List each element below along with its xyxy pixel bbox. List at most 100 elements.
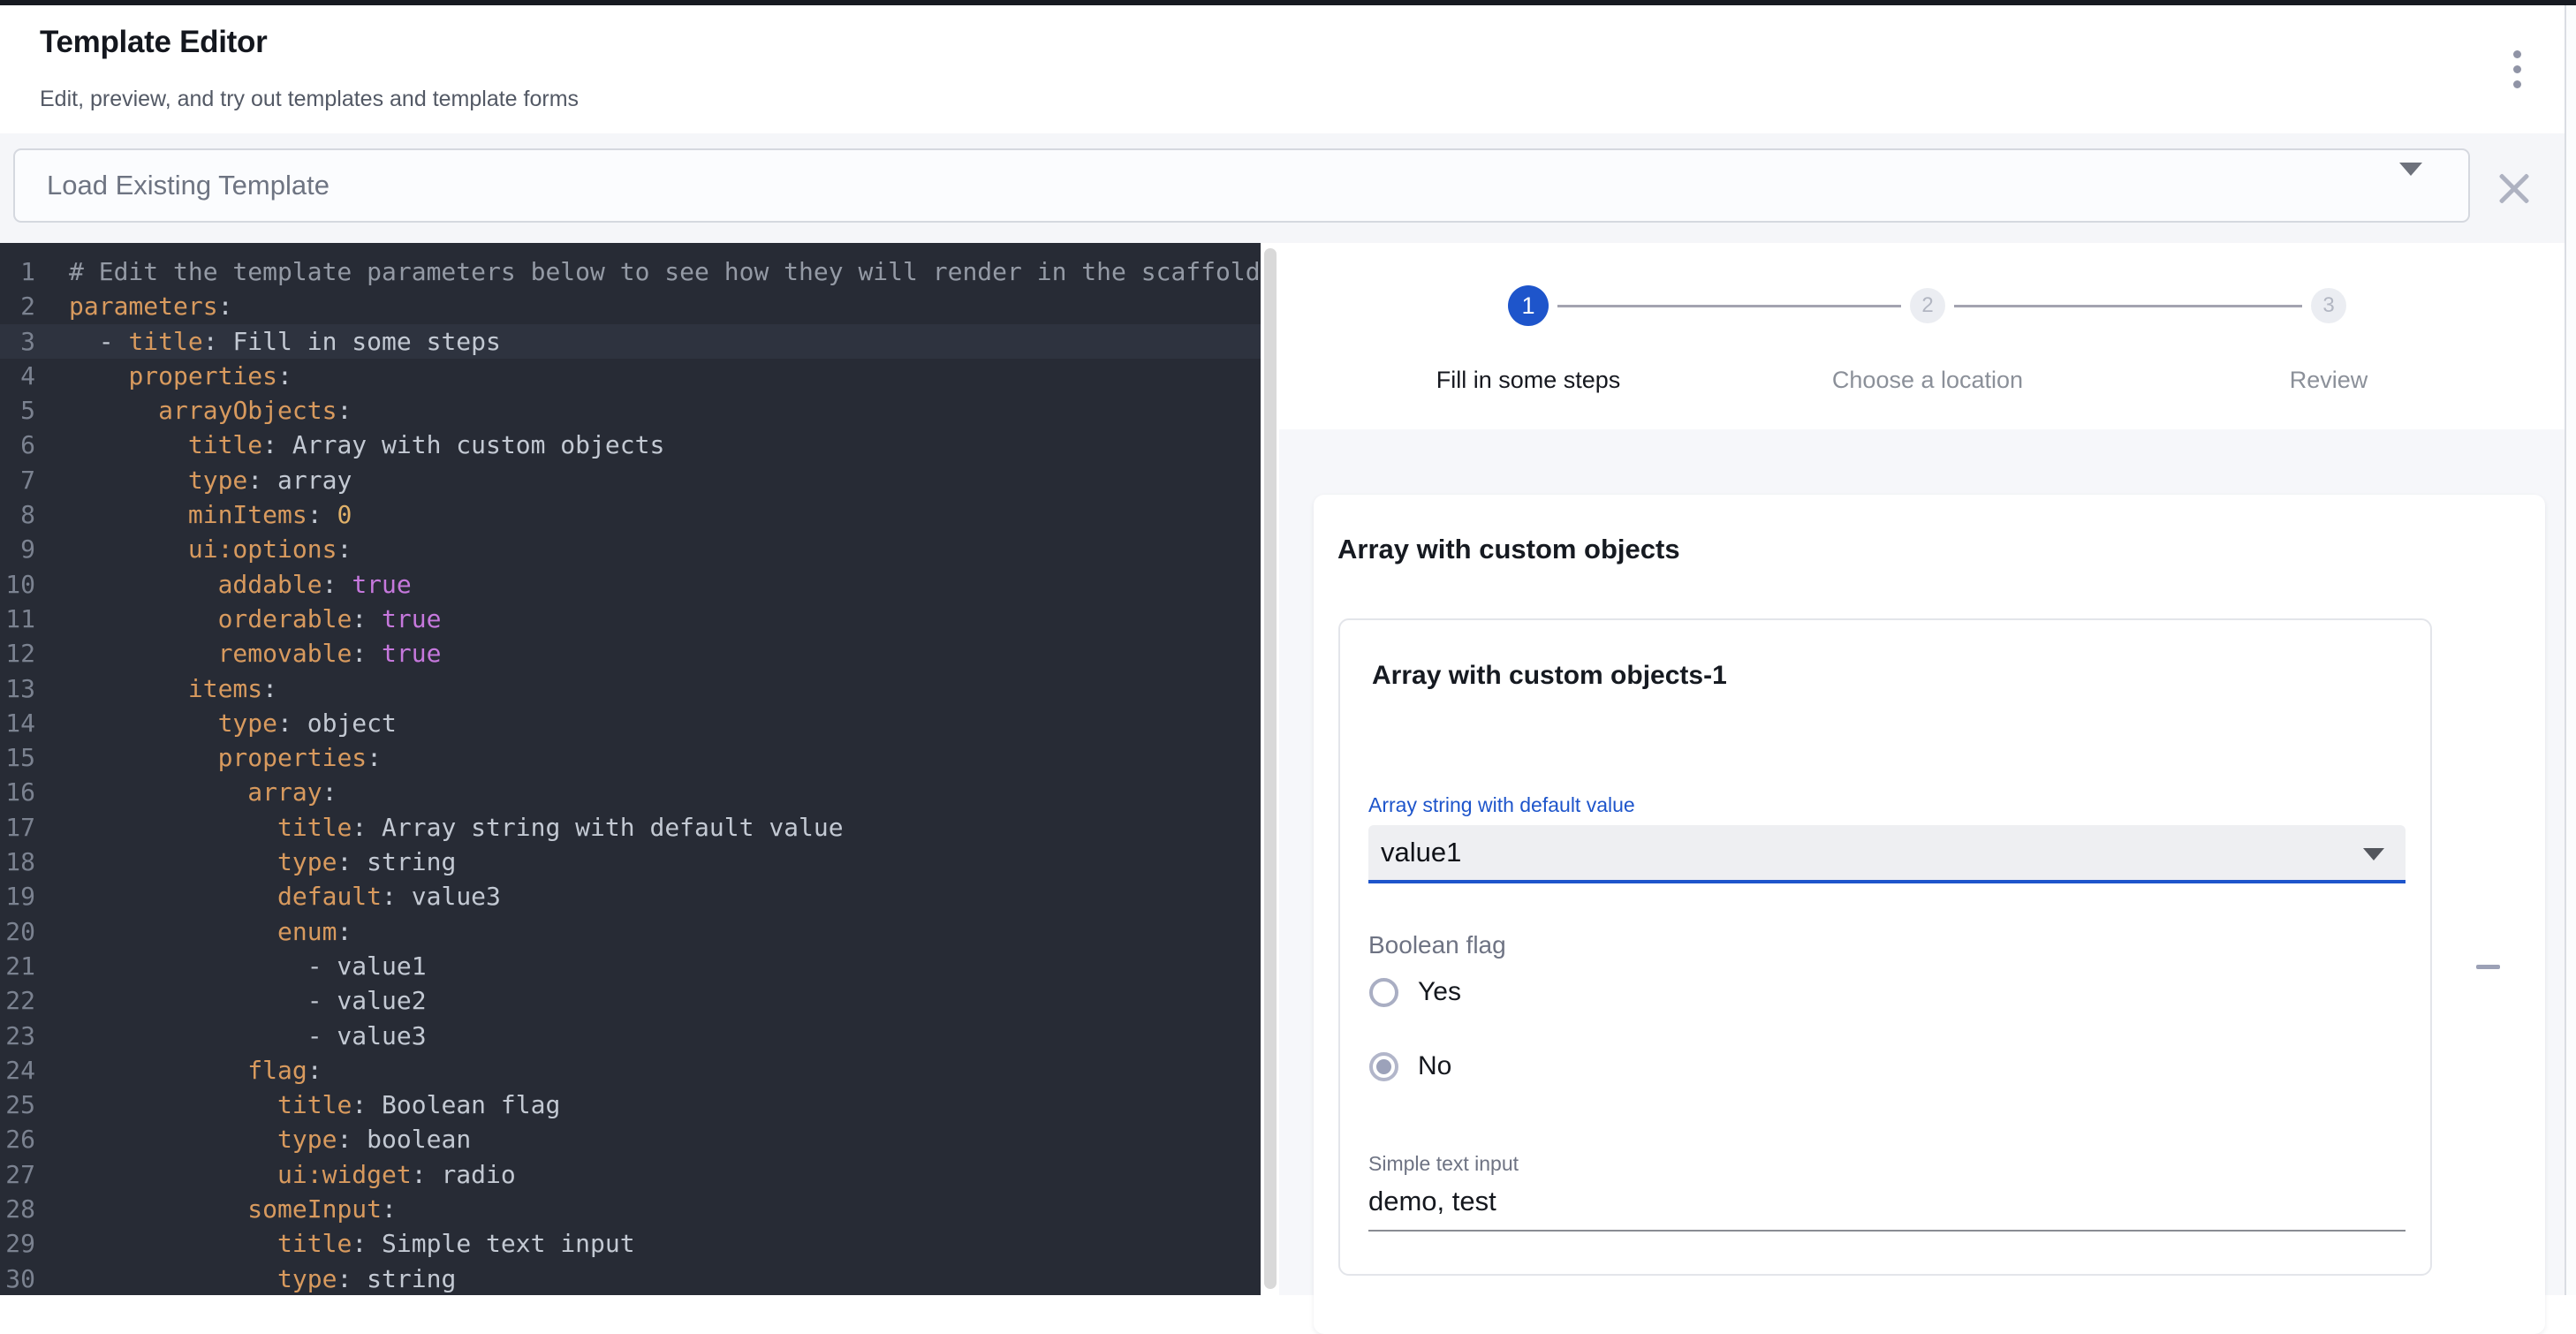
editor-line[interactable]: 19 default: value3 [0, 879, 1261, 913]
line-number: 11 [0, 602, 35, 636]
simple-text-input[interactable]: demo, test [1368, 1186, 2406, 1232]
step-connector [1954, 305, 2302, 307]
code-text: - title: Fill in some steps [69, 327, 501, 356]
radio-option-no[interactable]: No [1369, 1051, 1461, 1081]
editor-line[interactable]: 26 type: boolean [0, 1122, 1261, 1156]
template-loader-bar: Load Existing Template [0, 133, 2576, 243]
remove-array-item-button[interactable] [2466, 945, 2509, 988]
minus-icon [2476, 965, 2500, 969]
code-text: ui:widget: radio [69, 1160, 516, 1189]
input-underline [1368, 1230, 2406, 1232]
editor-line[interactable]: 21 - value1 [0, 949, 1261, 983]
editor-line[interactable]: 9 ui:options: [0, 532, 1261, 566]
editor-line[interactable]: 13 items: [0, 671, 1261, 706]
simple-text-input-value: demo, test [1368, 1186, 1496, 1217]
editor-line[interactable]: 10 addable: true [0, 567, 1261, 602]
radio-unselected-icon[interactable] [1369, 978, 1398, 1007]
radio-option-yes[interactable]: Yes [1369, 977, 1461, 1007]
array-item-card: Array with custom objects-1 Array string… [1338, 618, 2432, 1276]
form-background: Array with custom objects Array with cus… [1279, 429, 2565, 1295]
editor-line[interactable]: 22 - value2 [0, 983, 1261, 1018]
close-icon[interactable] [2495, 169, 2534, 208]
editor-line[interactable]: 27 ui:widget: radio [0, 1157, 1261, 1192]
code-text: flag: [69, 1056, 322, 1085]
yaml-code-editor[interactable]: 1# Edit the template parameters below to… [0, 243, 1261, 1295]
page-header: Template Editor Edit, preview, and try o… [0, 5, 2576, 135]
editor-line[interactable]: 20 enum: [0, 914, 1261, 949]
editor-line[interactable]: 5 arrayObjects: [0, 393, 1261, 428]
editor-line[interactable]: 24 flag: [0, 1053, 1261, 1088]
line-number: 12 [0, 636, 35, 671]
page-scrollbar-track[interactable] [2565, 5, 2576, 1295]
simple-text-input-label: Simple text input [1368, 1152, 1519, 1176]
load-template-placeholder: Load Existing Template [47, 150, 330, 221]
array-string-select[interactable]: value1 [1368, 825, 2406, 883]
kebab-menu-icon [2513, 65, 2521, 73]
code-text: properties: [69, 743, 382, 772]
editor-line[interactable]: 28 someInput: [0, 1192, 1261, 1226]
radio-option-label: No [1418, 1051, 1451, 1081]
code-text: removable: true [69, 639, 441, 668]
step-1-label: Fill in some steps [1352, 367, 1705, 394]
editor-line[interactable]: 6 title: Array with custom objects [0, 428, 1261, 462]
editor-line[interactable]: 30 type: string [0, 1262, 1261, 1295]
editor-line[interactable]: 23 - value3 [0, 1019, 1261, 1053]
step-1-circle: 1 [1508, 285, 1549, 326]
code-text: type: string [69, 1264, 456, 1293]
chevron-down-icon[interactable] [2399, 163, 2422, 176]
line-number: 2 [0, 289, 35, 323]
line-number: 23 [0, 1019, 35, 1053]
editor-line[interactable]: 15 properties: [0, 740, 1261, 775]
code-text: default: value3 [69, 882, 501, 911]
line-number: 24 [0, 1053, 35, 1088]
line-number: 10 [0, 567, 35, 602]
editor-line[interactable]: 17 title: Array string with default valu… [0, 810, 1261, 845]
editor-line[interactable]: 8 minItems: 0 [0, 497, 1261, 532]
code-text: - value3 [69, 1021, 427, 1050]
editor-line[interactable]: 25 title: Boolean flag [0, 1088, 1261, 1122]
code-text: minItems: 0 [69, 500, 352, 529]
editor-line[interactable]: 16 array: [0, 775, 1261, 809]
editor-line[interactable]: 12 removable: true [0, 636, 1261, 671]
code-text: orderable: true [69, 604, 441, 633]
array-string-select-label: Array string with default value [1368, 793, 1635, 817]
editor-line[interactable]: 14 type: object [0, 706, 1261, 740]
editor-scrollbar-thumb[interactable] [1264, 248, 1277, 1289]
editor-line[interactable]: 3 - title: Fill in some steps [0, 324, 1261, 359]
array-string-select-value: value1 [1381, 825, 1461, 880]
editor-line[interactable]: 29 title: Simple text input [0, 1226, 1261, 1261]
editor-line[interactable]: 2parameters: [0, 289, 1261, 323]
line-number: 9 [0, 532, 35, 566]
code-text: type: boolean [69, 1125, 471, 1154]
more-options-button[interactable] [2490, 41, 2543, 97]
editor-line[interactable]: 7 type: array [0, 463, 1261, 497]
line-number: 13 [0, 671, 35, 706]
editor-line[interactable]: 11 orderable: true [0, 602, 1261, 636]
line-number: 29 [0, 1226, 35, 1261]
radio-selected-icon[interactable] [1369, 1052, 1398, 1081]
line-number: 27 [0, 1157, 35, 1192]
line-number: 20 [0, 914, 35, 949]
code-text: title: Boolean flag [69, 1090, 560, 1119]
line-number: 3 [0, 324, 35, 359]
code-text: title: Simple text input [69, 1229, 635, 1258]
code-text: - value2 [69, 986, 427, 1015]
code-text: - value1 [69, 951, 427, 981]
code-text: properties: [69, 361, 292, 390]
page-title: Template Editor [40, 25, 267, 60]
editor-scrollbar-track[interactable] [1261, 243, 1279, 1295]
code-text: someInput: [69, 1194, 397, 1224]
line-number: 8 [0, 497, 35, 532]
editor-line[interactable]: 4 properties: [0, 359, 1261, 393]
code-text: addable: true [69, 570, 412, 599]
editor-line[interactable]: 1# Edit the template parameters below to… [0, 254, 1261, 289]
line-number: 25 [0, 1088, 35, 1122]
line-number: 5 [0, 393, 35, 428]
chevron-down-icon[interactable] [2363, 848, 2384, 860]
load-existing-template-select[interactable]: Load Existing Template [13, 148, 2470, 223]
kebab-menu-icon [2513, 50, 2521, 58]
editor-line[interactable]: 18 type: string [0, 845, 1261, 879]
code-text: enum: [69, 917, 352, 946]
code-text: type: array [69, 466, 352, 495]
line-number: 18 [0, 845, 35, 879]
